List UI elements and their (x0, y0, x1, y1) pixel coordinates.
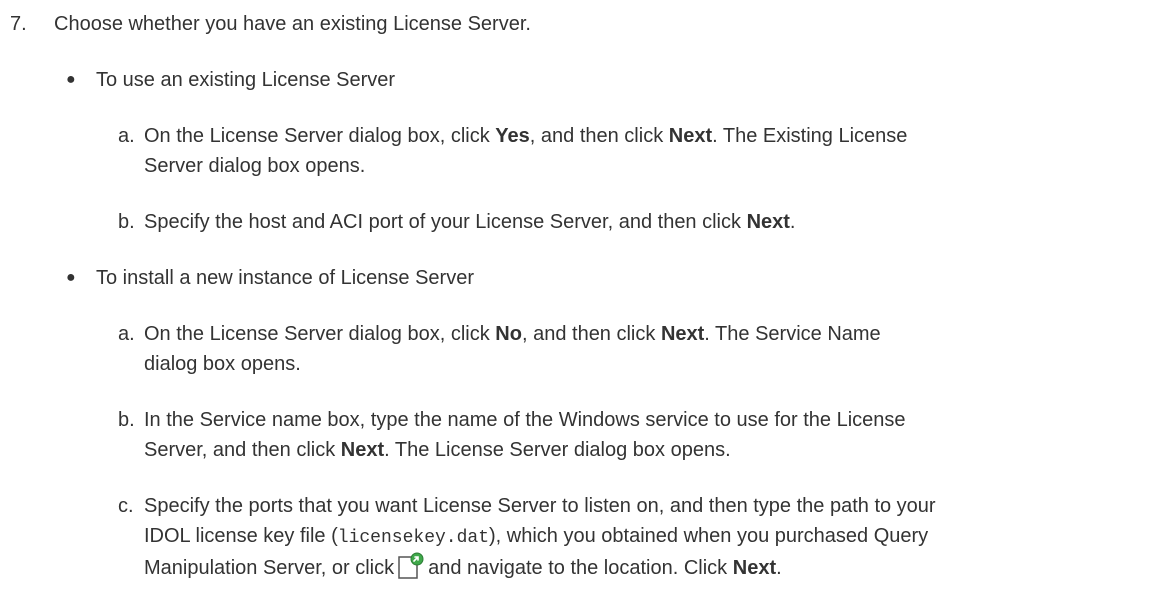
text-fragment: . (789, 211, 796, 233)
substep-letter: b. (118, 409, 135, 431)
text-fragment: and navigate to the location. Click (428, 557, 733, 579)
ui-term-next: Next (746, 211, 790, 233)
substep-line-3: Manipulation Server, or click and navigat… (144, 552, 782, 584)
ui-term-no: No (495, 323, 522, 345)
document-page: { "step": { "number": "7.", "text": "Cho… (0, 0, 1157, 588)
text-fragment: . The Service Name (704, 323, 881, 345)
ui-term-next: Next (660, 323, 705, 345)
substep-line-1: In the Service name box, type the name o… (144, 409, 906, 431)
substep-line-2: dialog box opens. (144, 353, 301, 375)
substep-line-2: IDOL license key file (licensekey.dat), … (144, 520, 928, 554)
substep-letter: a. (118, 323, 135, 345)
code-filename: licensekey.dat (337, 528, 490, 548)
text-fragment: , and then click (521, 323, 661, 345)
bullet-dot-icon: ● (66, 71, 76, 88)
substep-line-1: On the License Server dialog box, click … (144, 318, 881, 350)
text-fragment: , and then click (529, 125, 669, 147)
bullet-dot-icon: ● (66, 269, 76, 286)
substep-line-1: On the License Server dialog box, click … (144, 120, 907, 152)
bullet-text: To use an existing License Server (96, 69, 396, 91)
text-fragment: . (776, 557, 782, 579)
ui-term-yes: Yes (495, 125, 530, 147)
text-fragment: ), which you obtained when you purchased… (489, 525, 929, 547)
ui-term-next: Next (340, 439, 385, 461)
text-fragment: Specify the host and ACI port of your Li… (144, 211, 747, 233)
text-fragment: On the License Server dialog box, click (144, 323, 496, 345)
browse-file-icon[interactable] (396, 552, 424, 580)
bullet-text: To install a new instance of License Ser… (96, 267, 474, 289)
substep-line-2: Server, and then click Next. The License… (144, 434, 731, 466)
text-fragment: . The License Server dialog box opens. (384, 439, 731, 461)
text-fragment: Manipulation Server, or click (144, 557, 395, 579)
step-text: Choose whether you have an existing Lice… (54, 13, 531, 35)
step-number: 7. (10, 13, 27, 35)
text-fragment: IDOL license key file ( (144, 525, 338, 547)
text-fragment: . The Existing License (712, 125, 908, 147)
text-fragment: Server, and then click (144, 439, 341, 461)
substep-line-2: Server dialog box opens. (144, 155, 366, 177)
ui-term-next: Next (732, 557, 777, 579)
substep-letter: b. (118, 211, 135, 233)
substep-letter: c. (118, 495, 134, 517)
substep-line-1: Specify the host and ACI port of your Li… (144, 206, 795, 238)
substep-letter: a. (118, 125, 135, 147)
substep-line-1: Specify the ports that you want License … (144, 495, 936, 517)
text-fragment: On the License Server dialog box, click (144, 125, 496, 147)
ui-term-next: Next (668, 125, 713, 147)
